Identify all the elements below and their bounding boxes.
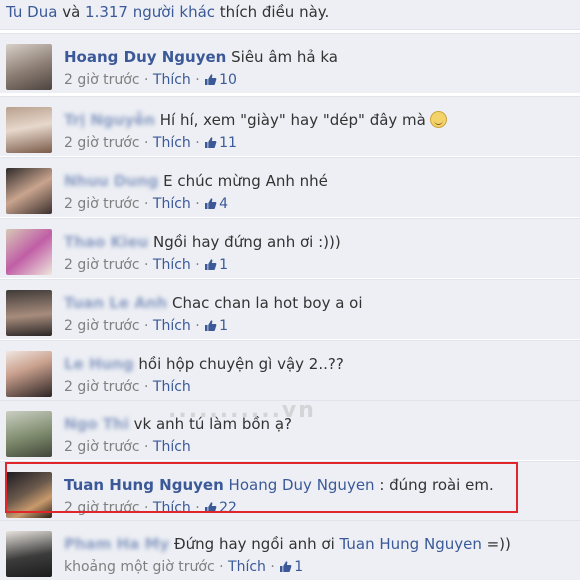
comment-text: Chac chan la hot boy a oi (172, 294, 363, 312)
comment-item: Pham Ha My Đứng hay ngồi anh ơi Tuan Hun… (0, 520, 580, 580)
comment-author[interactable]: Ngo Thi (64, 415, 129, 433)
comment-time[interactable]: 2 giờ trước (64, 257, 140, 273)
like-button[interactable]: Thích (153, 379, 191, 395)
comment-time[interactable]: 2 giờ trước (64, 379, 140, 395)
comment-item: Tuan Le Anh Chac chan la hot boy a oi 2 … (0, 279, 580, 339)
comment-author[interactable]: Hoang Duy Nguyen (64, 48, 226, 66)
comment-time[interactable]: khoảng một giờ trước (64, 559, 215, 575)
first-liker-link[interactable]: Tu Dua (6, 3, 57, 21)
comment-time[interactable]: 2 giờ trước (64, 196, 140, 212)
like-count[interactable]: 1 (204, 257, 228, 273)
like-count[interactable]: 11 (204, 135, 237, 151)
comment-item: Thao Kieu Ngồi hay đứng anh ơi :))) 2 gi… (0, 218, 580, 278)
comment-author[interactable]: Trị Nguyễn (64, 111, 155, 129)
conjunction-text: và (57, 3, 86, 21)
comment-author[interactable]: Le Hung (64, 355, 134, 373)
comment-text: Ngồi hay đứng anh ơi :))) (152, 233, 341, 251)
comment-item: Nhuu Dung E chúc mừng Anh nhé 2 giờ trướ… (0, 157, 580, 217)
avatar[interactable] (6, 351, 52, 397)
comment-text: E chúc mừng Anh nhé (163, 172, 328, 190)
thumbs-up-icon (205, 198, 217, 209)
avatar[interactable] (6, 168, 52, 214)
like-button[interactable]: Thích (228, 559, 266, 575)
likes-summary: Tu Dua và 1.317 người khác thích điều nà… (0, 0, 580, 30)
avatar[interactable] (6, 107, 52, 153)
like-button[interactable]: Thích (153, 439, 191, 455)
comment-time[interactable]: 2 giờ trước (64, 439, 140, 455)
avatar[interactable] (6, 411, 52, 457)
like-count[interactable]: 1 (204, 318, 228, 334)
others-link[interactable]: 1.317 người khác (85, 3, 215, 21)
smile-emoji-icon (429, 111, 447, 128)
watermark: ...........vn (168, 398, 316, 423)
comment-author[interactable]: Pham Ha My (64, 535, 169, 553)
comment-author[interactable]: Nhuu Dung (64, 172, 158, 190)
avatar[interactable] (6, 290, 52, 336)
like-button[interactable]: Thích (153, 318, 191, 334)
avatar[interactable] (6, 44, 52, 90)
comment-item: Le Hung hồi hộp chuyện gì vậy 2..?? 2 gi… (0, 340, 580, 400)
like-button[interactable]: Thích (153, 196, 191, 212)
avatar[interactable] (6, 531, 52, 577)
comment-time[interactable]: 2 giờ trước (64, 318, 140, 334)
avatar[interactable] (6, 229, 52, 275)
comment-mention[interactable]: Tuan Hung Nguyen (340, 535, 482, 553)
comment-time[interactable]: 2 giờ trước (64, 135, 140, 151)
like-count[interactable]: 4 (204, 196, 228, 212)
comment-text: hồi hộp chuyện gì vậy 2..?? (138, 355, 344, 373)
like-count[interactable]: 1 (279, 559, 303, 575)
comment-author[interactable]: Tuan Le Anh (64, 294, 167, 312)
thumbs-up-icon (205, 137, 217, 148)
comment-item: Trị Nguyễn Hí hí, xem "giày" hay "dép" đ… (0, 96, 580, 156)
likes-suffix: thích điều này. (215, 3, 330, 21)
thumbs-up-icon (205, 320, 217, 331)
like-button[interactable]: Thích (153, 257, 191, 273)
comment-author[interactable]: Thao Kieu (64, 233, 148, 251)
comment-item: Hoang Duy Nguyen Siêu âm hả ka 2 giờ trư… (0, 33, 580, 93)
thumbs-up-icon (280, 561, 292, 572)
comment-time[interactable]: 2 giờ trước (64, 72, 140, 88)
comment-text: Siêu âm hả ka (231, 48, 338, 66)
like-button[interactable]: Thích (153, 72, 191, 88)
thumbs-up-icon (205, 74, 217, 85)
comment-text-end: =)) (481, 535, 511, 553)
like-button[interactable]: Thích (153, 135, 191, 151)
like-count[interactable]: 10 (204, 72, 237, 88)
comment-text: Đứng hay ngồi anh ơi (174, 535, 340, 553)
comment-text: Hí hí, xem "giày" hay "dép" đây mà (159, 111, 426, 129)
thumbs-up-icon (205, 259, 217, 270)
highlight-box (5, 462, 518, 513)
